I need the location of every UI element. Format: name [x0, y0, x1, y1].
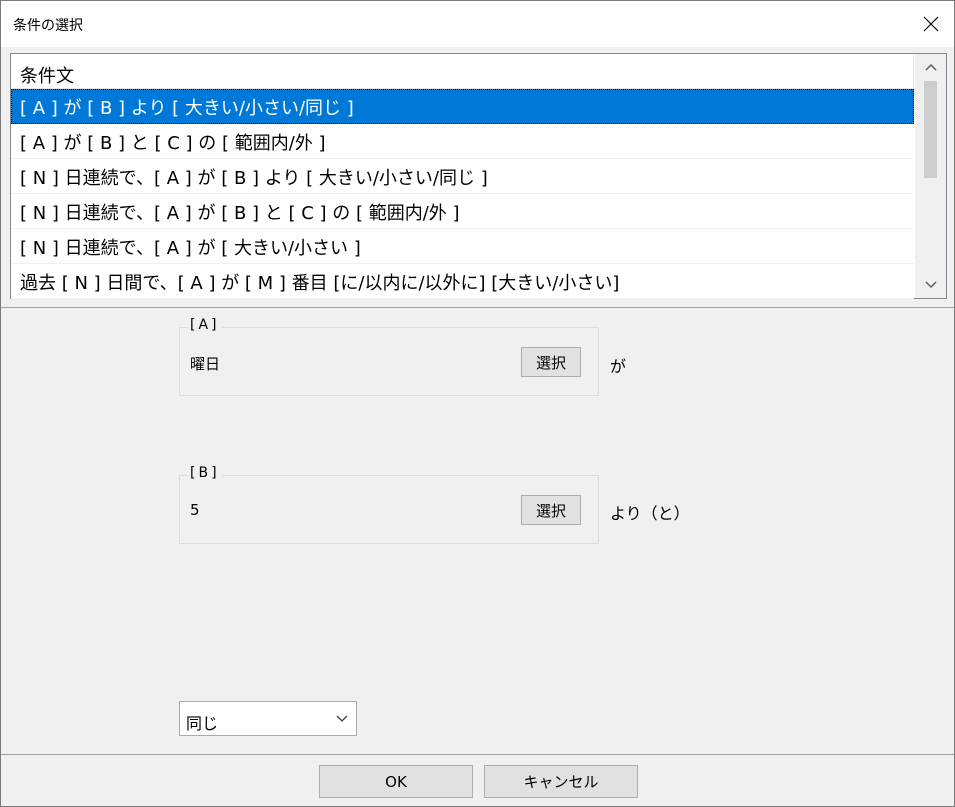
- list-item-label: 過去 [ N ] 日間で、[ A ] が [ M ] 番目 [に/以内に/以外に…: [20, 273, 620, 294]
- comparison-dropdown[interactable]: 同じ: [179, 701, 357, 736]
- dialog-window: 条件の選択 条件文 [ A ] が [ B ] より [ 大きい/小さい/同じ …: [0, 0, 955, 807]
- param-b-select-button[interactable]: 選択: [521, 495, 581, 525]
- condition-listbox[interactable]: 条件文 [ A ] が [ B ] より [ 大きい/小さい/同じ ] [ A …: [10, 53, 947, 299]
- close-icon: [923, 16, 939, 32]
- cancel-button[interactable]: キャンセル: [484, 765, 638, 798]
- list-item[interactable]: 過去 [ N ] 日間で、[ A ] が [ M ] 番目 [に/以内に/以外に…: [11, 264, 914, 299]
- list-divider: [1, 307, 954, 308]
- param-a-value: 曜日: [190, 355, 221, 373]
- column-divider[interactable]: [913, 54, 914, 88]
- scrollbar-thumb[interactable]: [924, 81, 937, 178]
- param-a-select-button[interactable]: 選択: [521, 347, 581, 377]
- list-item-label: [ A ] が [ B ] より [ 大きい/小さい/同じ ]: [20, 98, 354, 119]
- list-item-label: [ N ] 日連続で、[ A ] が [ B ] と [ C ] の [ 範囲内…: [20, 203, 460, 224]
- comparison-dropdown-value: 同じ: [186, 714, 219, 733]
- list-item[interactable]: [ A ] が [ B ] と [ C ] の [ 範囲内/外 ]: [11, 124, 914, 159]
- condition-rows: [ A ] が [ B ] より [ 大きい/小さい/同じ ] [ A ] が …: [11, 89, 914, 299]
- list-item-label: [ N ] 日連続で、[ A ] が [ B ] より [ 大きい/小さい/同じ…: [20, 168, 488, 189]
- param-a-group: [A] 曜日 選択: [179, 317, 599, 396]
- column-header-label: 条件文: [20, 66, 74, 87]
- list-column-header[interactable]: 条件文: [11, 54, 914, 89]
- list-item-label: [ A ] が [ B ] と [ C ] の [ 範囲内/外 ]: [20, 133, 326, 154]
- title-bar: 条件の選択: [1, 1, 954, 47]
- param-a-legend: [A]: [188, 317, 222, 333]
- scroll-up-button[interactable]: [915, 54, 946, 80]
- chevron-up-icon: [924, 63, 937, 71]
- param-b-group: [B] 5 選択: [179, 465, 599, 544]
- param-b-legend: [B]: [188, 465, 222, 481]
- close-button[interactable]: [908, 1, 954, 47]
- chevron-down-icon: [336, 715, 348, 722]
- list-item[interactable]: [ N ] 日連続で、[ A ] が [ B ] と [ C ] の [ 範囲内…: [11, 194, 914, 229]
- vertical-scrollbar[interactable]: [915, 54, 946, 298]
- ok-button[interactable]: OK: [319, 765, 473, 798]
- footer-divider: [1, 754, 954, 755]
- param-b-value: 5: [190, 501, 200, 519]
- list-item[interactable]: [ N ] 日連続で、[ A ] が [ B ] より [ 大きい/小さい/同じ…: [11, 159, 914, 194]
- list-item[interactable]: [ A ] が [ B ] より [ 大きい/小さい/同じ ]: [11, 89, 914, 124]
- param-a-suffix: が: [610, 357, 627, 376]
- list-item-label: [ N ] 日連続で、[ A ] が [ 大きい/小さい ]: [20, 238, 361, 259]
- window-title: 条件の選択: [13, 18, 83, 34]
- param-b-suffix: より（と）: [610, 504, 690, 523]
- scroll-down-button[interactable]: [915, 272, 946, 298]
- list-item[interactable]: [ N ] 日連続で、[ A ] が [ 大きい/小さい ]: [11, 229, 914, 264]
- chevron-down-icon: [924, 281, 937, 289]
